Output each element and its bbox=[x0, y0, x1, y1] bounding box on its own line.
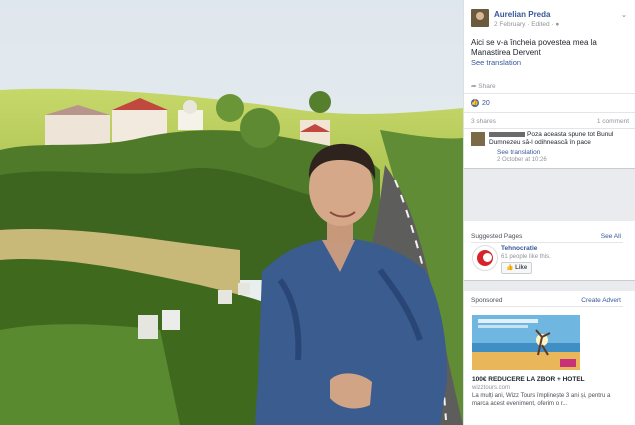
see-all-link[interactable]: See All bbox=[601, 233, 621, 240]
author-avatar[interactable] bbox=[471, 9, 489, 27]
divider bbox=[471, 242, 623, 243]
post-photo[interactable] bbox=[0, 0, 463, 425]
commenter-avatar[interactable] bbox=[471, 132, 485, 146]
post-text: Aici se v-a încheia povestea mea la Mana… bbox=[471, 38, 597, 57]
like-icon: 👍 bbox=[471, 99, 479, 107]
like-page-label: Like bbox=[515, 265, 528, 271]
globe-icon: ● bbox=[555, 21, 560, 28]
share-label: Share bbox=[478, 83, 496, 90]
suggested-page-name[interactable]: Tehnocratie bbox=[501, 245, 537, 252]
ad-domain[interactable]: wizztours.com bbox=[472, 385, 510, 391]
comments-count[interactable]: 1 comment bbox=[597, 118, 629, 125]
post-side-panel: Aurelian Preda 2 February · Edited · ● ⌄… bbox=[463, 0, 635, 425]
shares-count[interactable]: 3 shares bbox=[471, 118, 496, 125]
suggested-page-likes: 61 people like this. bbox=[501, 254, 551, 260]
page-logo[interactable] bbox=[472, 245, 498, 271]
ad-image[interactable] bbox=[472, 315, 580, 370]
comment-see-translation[interactable]: See translation bbox=[497, 149, 540, 156]
like-count-value: 20 bbox=[482, 99, 490, 107]
thumbs-up-icon: 👍 bbox=[506, 265, 514, 271]
see-translation-link[interactable]: See translation bbox=[464, 58, 635, 68]
comment-item: Poza aceasta spune tot Bunul Dumnezeu să… bbox=[471, 130, 629, 163]
comment-time[interactable]: 2 October at 10:26 bbox=[497, 157, 547, 163]
divider bbox=[471, 306, 623, 307]
redacted-name bbox=[489, 131, 525, 137]
like-count[interactable]: 👍 20 bbox=[471, 99, 490, 107]
suggested-pages-header: Suggested Pages bbox=[471, 233, 523, 240]
ad-description: La mulți ani, Wizz Tours împlinește 3 an… bbox=[472, 393, 611, 407]
panel-gap bbox=[464, 169, 635, 221]
divider bbox=[464, 128, 635, 129]
post-header: Aurelian Preda 2 February · Edited · ● ⌄ bbox=[464, 0, 635, 34]
post-date[interactable]: 2 February · Edited · bbox=[494, 21, 554, 28]
like-page-button[interactable]: 👍 Like bbox=[501, 262, 533, 274]
share-icon: ➦ bbox=[471, 83, 477, 90]
divider bbox=[464, 112, 635, 113]
author-name[interactable]: Aurelian Preda bbox=[494, 10, 550, 19]
ad-title[interactable]: 100€ REDUCERE LA ZBOR + HOTEL bbox=[472, 376, 585, 383]
comment-text-line: Poza aceasta spune tot Bunul Dumnezeu să… bbox=[489, 131, 629, 147]
sponsored-header: Sponsored bbox=[471, 297, 503, 304]
create-advert-link[interactable]: Create Advert bbox=[581, 297, 621, 304]
divider bbox=[464, 93, 635, 94]
chevron-down-icon[interactable]: ⌄ bbox=[619, 10, 629, 20]
share-button[interactable]: ➦ Share bbox=[471, 82, 496, 90]
panel-gap bbox=[464, 281, 635, 291]
post-meta: 2 February · Edited · ● bbox=[494, 21, 559, 28]
